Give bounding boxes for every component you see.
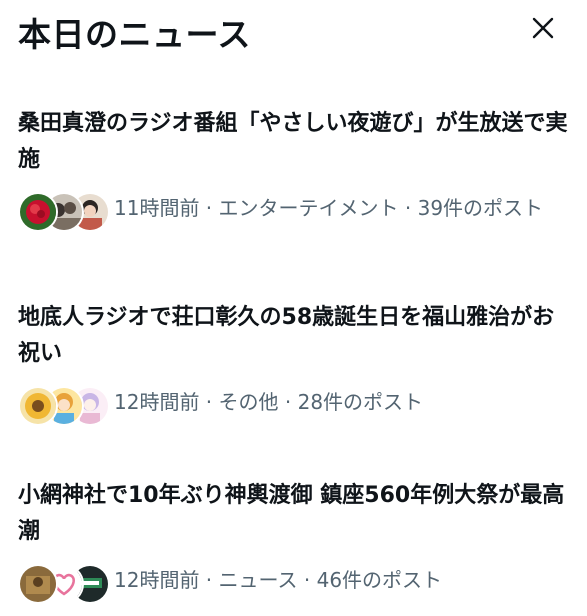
news-meta-text: 12時間前 · その他 · 28件のポスト (114, 390, 424, 414)
news-headline[interactable]: 小網神社で10年ぶり神輿渡御 鎮座560年例大祭が最高潮 (18, 478, 574, 550)
news-headline[interactable]: 地底人ラジオで荘口彰久の58歳誕生日を福山雅治がお祝い (18, 300, 574, 372)
todays-news-panel: 本日のニュース 桑田真澄のラジオ番組「やさしい夜遊び」が生放送で実施 11時間前… (0, 0, 587, 616)
news-headline[interactable]: 桑田真澄のラジオ番組「やさしい夜遊び」が生放送で実施 (18, 106, 574, 178)
news-item[interactable]: 桑田真澄のラジオ番組「やさしい夜遊び」が生放送で実施 11時間前 · エンターテ… (18, 106, 574, 232)
panel-header: 本日のニュース (18, 0, 569, 62)
news-item[interactable]: 地底人ラジオで荘口彰久の58歳誕生日を福山雅治がお祝い 12時間前 · その他 … (18, 300, 574, 426)
news-meta-text: 11時間前 · エンターテイメント · 39件のポスト (114, 196, 544, 220)
avatar-group (18, 192, 110, 232)
avatar (18, 386, 58, 426)
page-title: 本日のニュース (18, 15, 251, 54)
close-icon (532, 17, 554, 39)
news-meta: 12時間前 · ニュース · 46件のポスト (18, 564, 574, 604)
avatar-group (18, 564, 110, 604)
news-meta: 11時間前 · エンターテイメント · 39件のポスト (18, 192, 574, 232)
news-item[interactable]: 小網神社で10年ぶり神輿渡御 鎮座560年例大祭が最高潮 12時間前 · ニュー… (18, 478, 574, 604)
news-meta-text: 12時間前 · ニュース · 46件のポスト (114, 568, 443, 592)
avatar-group (18, 386, 110, 426)
close-button[interactable] (529, 14, 557, 42)
news-meta: 12時間前 · その他 · 28件のポスト (18, 386, 574, 426)
avatar (18, 564, 58, 604)
avatar (18, 192, 58, 232)
